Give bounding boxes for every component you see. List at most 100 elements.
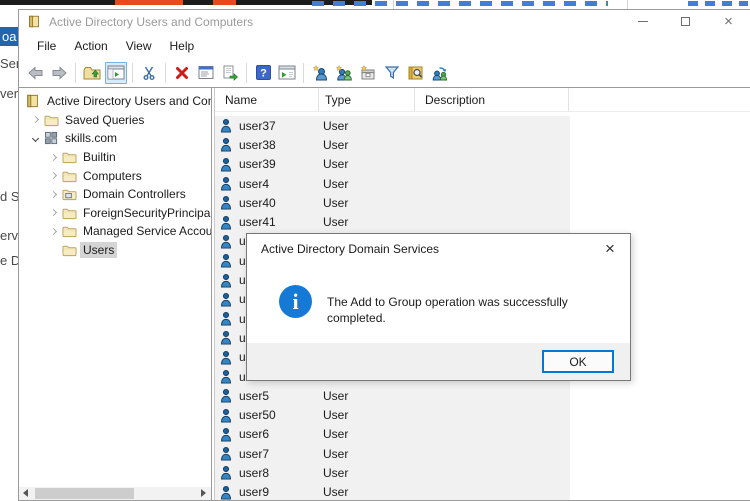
user-name: user7 xyxy=(239,447,323,461)
domain-icon xyxy=(44,131,62,145)
title-bar: Active Directory Users and Computers × xyxy=(19,10,750,33)
user-name: user5 xyxy=(239,389,323,403)
column-header-name[interactable]: Name xyxy=(215,88,319,111)
console-window-icon[interactable] xyxy=(276,62,298,84)
tree-item-computers[interactable]: Computers xyxy=(19,166,211,185)
tree-item-label: Builtin xyxy=(80,149,119,165)
close-button[interactable]: × xyxy=(707,10,750,33)
list-header: Name Type Description xyxy=(215,88,750,112)
dialog-close-button[interactable]: × xyxy=(599,238,621,260)
help-icon[interactable]: ? xyxy=(252,62,274,84)
scrollbar-thumb[interactable] xyxy=(35,488,134,499)
user-name: user6 xyxy=(239,427,323,441)
tree-item-managed-service-accounts[interactable]: Managed Service Accounts xyxy=(19,222,211,241)
list-row-user38[interactable]: user38User xyxy=(215,135,570,154)
menu-view[interactable]: View xyxy=(117,36,161,56)
user-type: User xyxy=(323,157,419,171)
background-fragment: d S xyxy=(0,189,20,204)
list-row-user4[interactable]: user4User xyxy=(215,174,570,193)
find-icon[interactable] xyxy=(405,62,427,84)
menu-bar: File Action View Help xyxy=(19,33,750,58)
tree-pane: Active Directory Users and ComputersSave… xyxy=(19,88,212,500)
user-icon xyxy=(219,311,235,326)
close-icon: × xyxy=(724,14,733,29)
background-fragment: erv xyxy=(0,228,18,243)
user-type: User xyxy=(323,119,419,133)
toolbar-separator xyxy=(165,63,166,83)
tree-item-saved-queries[interactable]: Saved Queries xyxy=(19,111,211,130)
dialog-title: Active Directory Domain Services xyxy=(261,242,439,256)
chevron-right-icon[interactable] xyxy=(44,192,62,197)
cut-icon[interactable] xyxy=(138,62,160,84)
scroll-left-icon[interactable] xyxy=(23,489,28,497)
chevron-right-icon[interactable] xyxy=(26,117,44,122)
minimize-button[interactable] xyxy=(621,10,664,33)
console-tree: Active Directory Users and ComputersSave… xyxy=(19,92,211,259)
column-header-type[interactable]: Type xyxy=(319,88,415,111)
properties-icon[interactable] xyxy=(195,62,217,84)
background-divider xyxy=(393,0,394,9)
console-icon xyxy=(26,94,44,108)
list-row-user9[interactable]: user9User xyxy=(215,483,570,500)
chevron-down-icon[interactable] xyxy=(26,136,44,141)
up-one-level-icon[interactable] xyxy=(81,62,103,84)
new-group-icon[interactable] xyxy=(333,62,355,84)
list-row-user50[interactable]: user50User xyxy=(215,405,570,424)
user-icon xyxy=(219,234,235,249)
user-icon xyxy=(219,195,235,210)
background-fragment: ver xyxy=(0,86,18,101)
list-row-user37[interactable]: user37User xyxy=(215,116,570,135)
folder-icon xyxy=(62,224,80,238)
list-row-user7[interactable]: user7User xyxy=(215,444,570,463)
tree-item-users[interactable]: Users xyxy=(19,241,211,260)
tree-item-builtin[interactable]: Builtin xyxy=(19,148,211,167)
list-row-user41[interactable]: user41User xyxy=(215,212,570,231)
tree-item-foreignsecurityprincipals[interactable]: ForeignSecurityPrincipals xyxy=(19,204,211,223)
toolbar-separator xyxy=(303,63,304,83)
scroll-right-icon[interactable] xyxy=(201,489,206,497)
list-row-user8[interactable]: user8User xyxy=(215,463,570,482)
user-type: User xyxy=(323,138,419,152)
column-header-filler xyxy=(569,88,750,111)
chevron-right-icon[interactable] xyxy=(44,229,62,234)
list-row-user39[interactable]: user39User xyxy=(215,155,570,174)
menu-file[interactable]: File xyxy=(28,36,65,56)
export-list-icon[interactable] xyxy=(219,62,241,84)
tree-item-active-directory-users-and-computers[interactable]: Active Directory Users and Computers xyxy=(19,92,211,111)
list-row-user6[interactable]: user6User xyxy=(215,425,570,444)
forward-icon[interactable] xyxy=(48,62,70,84)
user-type: User xyxy=(323,485,419,499)
new-user-icon[interactable] xyxy=(309,62,331,84)
tree-item-label: ForeignSecurityPrincipals xyxy=(80,205,212,221)
chevron-right-icon[interactable] xyxy=(44,210,62,215)
folder-icon xyxy=(62,169,80,183)
ok-button[interactable]: OK xyxy=(542,350,614,373)
maximize-button[interactable] xyxy=(664,10,707,33)
chevron-right-icon[interactable] xyxy=(44,155,62,160)
user-icon xyxy=(219,137,235,152)
list-row-user40[interactable]: user40User xyxy=(215,193,570,212)
tree-item-domain-controllers[interactable]: Domain Controllers xyxy=(19,185,211,204)
new-organizational-unit-icon[interactable] xyxy=(357,62,379,84)
list-row-user5[interactable]: user5User xyxy=(215,386,570,405)
user-type: User xyxy=(323,466,419,480)
back-icon[interactable] xyxy=(24,62,46,84)
tree-item-label: Computers xyxy=(80,168,145,184)
toolbar: ? xyxy=(19,58,750,87)
filter-icon[interactable] xyxy=(381,62,403,84)
menu-help[interactable]: Help xyxy=(161,36,204,56)
user-icon xyxy=(219,485,235,500)
refresh-membership-icon[interactable] xyxy=(429,62,451,84)
menu-action[interactable]: Action xyxy=(65,36,116,56)
tree-horizontal-scrollbar[interactable] xyxy=(19,487,211,500)
chevron-right-icon[interactable] xyxy=(44,173,62,178)
tree-item-skills-com[interactable]: skills.com xyxy=(19,129,211,148)
user-type: User xyxy=(323,447,419,461)
user-icon xyxy=(219,369,235,384)
user-icon xyxy=(219,292,235,307)
folder-icon xyxy=(62,150,80,164)
column-header-description[interactable]: Description xyxy=(415,88,569,111)
show-console-tree-icon[interactable] xyxy=(105,62,127,84)
svg-text:?: ? xyxy=(260,68,267,80)
delete-icon[interactable] xyxy=(171,62,193,84)
